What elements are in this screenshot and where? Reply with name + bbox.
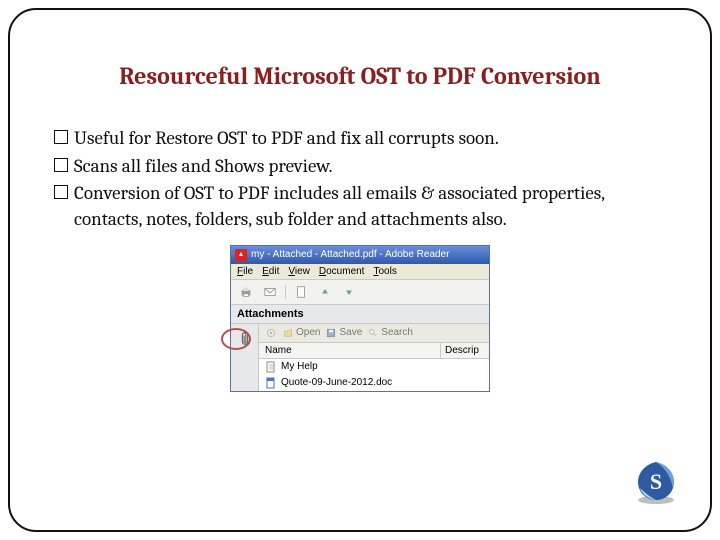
- email-icon[interactable]: [261, 283, 279, 301]
- search-button[interactable]: Search: [368, 327, 413, 338]
- window-title-text: my - Attached - Attached.pdf - Adobe Rea…: [251, 249, 449, 260]
- column-description[interactable]: Descrip: [441, 343, 489, 358]
- menu-tools[interactable]: Tools: [373, 266, 396, 277]
- slide-title: Resourceful Microsoft OST to PDF Convers…: [46, 62, 674, 90]
- attachments-panel-header: Attachments: [231, 305, 489, 324]
- file-name: Quote-09-June-2012.doc: [281, 377, 392, 388]
- menu-view[interactable]: View: [288, 266, 310, 277]
- settings-icon[interactable]: [265, 327, 277, 339]
- attachments-body: Open Save Search Name Descrip: [231, 324, 489, 391]
- menu-document[interactable]: Document: [319, 266, 365, 277]
- window-titlebar: ▲ my - Attached - Attached.pdf - Adobe R…: [231, 246, 489, 264]
- file-name: My Help: [281, 361, 318, 372]
- bullet-item: Conversion of OST to PDF includes all em…: [54, 181, 666, 232]
- svg-text:S: S: [650, 469, 662, 494]
- bullet-text: Useful for Restore OST to PDF and fix al…: [74, 126, 666, 152]
- toolbar: [231, 280, 489, 305]
- slide-frame: Resourceful Microsoft OST to PDF Convers…: [8, 8, 712, 532]
- bullet-marker: [54, 185, 68, 199]
- file-row[interactable]: Quote-09-June-2012.doc: [259, 375, 489, 391]
- bullet-item: Scans all files and Shows preview.: [54, 154, 666, 180]
- save-button[interactable]: Save: [326, 327, 362, 338]
- attachments-toolbar: Open Save Search: [259, 324, 489, 343]
- bullet-marker: [54, 158, 68, 172]
- doc-file-icon: [265, 377, 277, 389]
- bullet-text: Scans all files and Shows preview.: [74, 154, 666, 180]
- nav-up-icon[interactable]: [316, 283, 334, 301]
- pdf-icon: ▲: [235, 249, 247, 261]
- bullet-marker: [54, 130, 68, 144]
- attachments-content: Open Save Search Name Descrip: [259, 324, 489, 391]
- highlight-circle: [221, 328, 251, 350]
- nav-down-icon[interactable]: [340, 283, 358, 301]
- page-icon[interactable]: [292, 283, 310, 301]
- menu-file[interactable]: File: [237, 266, 253, 277]
- bullet-list: Useful for Restore OST to PDF and fix al…: [46, 126, 674, 233]
- file-row[interactable]: My Help: [259, 359, 489, 375]
- menubar: File Edit View Document Tools: [231, 264, 489, 280]
- open-button[interactable]: Open: [283, 327, 320, 338]
- column-name[interactable]: Name: [259, 343, 441, 358]
- bullet-text: Conversion of OST to PDF includes all em…: [74, 181, 666, 232]
- attachments-columns: Name Descrip: [259, 343, 489, 359]
- toolbar-divider: [285, 285, 286, 299]
- bullet-item: Useful for Restore OST to PDF and fix al…: [54, 126, 666, 152]
- print-icon[interactable]: [237, 283, 255, 301]
- brand-logo: S: [632, 458, 680, 506]
- adobe-reader-window: ▲ my - Attached - Attached.pdf - Adobe R…: [230, 245, 490, 392]
- menu-edit[interactable]: Edit: [262, 266, 279, 277]
- embedded-screenshot: ▲ my - Attached - Attached.pdf - Adobe R…: [46, 245, 674, 392]
- page-file-icon: [265, 361, 277, 373]
- side-rail: [231, 324, 259, 391]
